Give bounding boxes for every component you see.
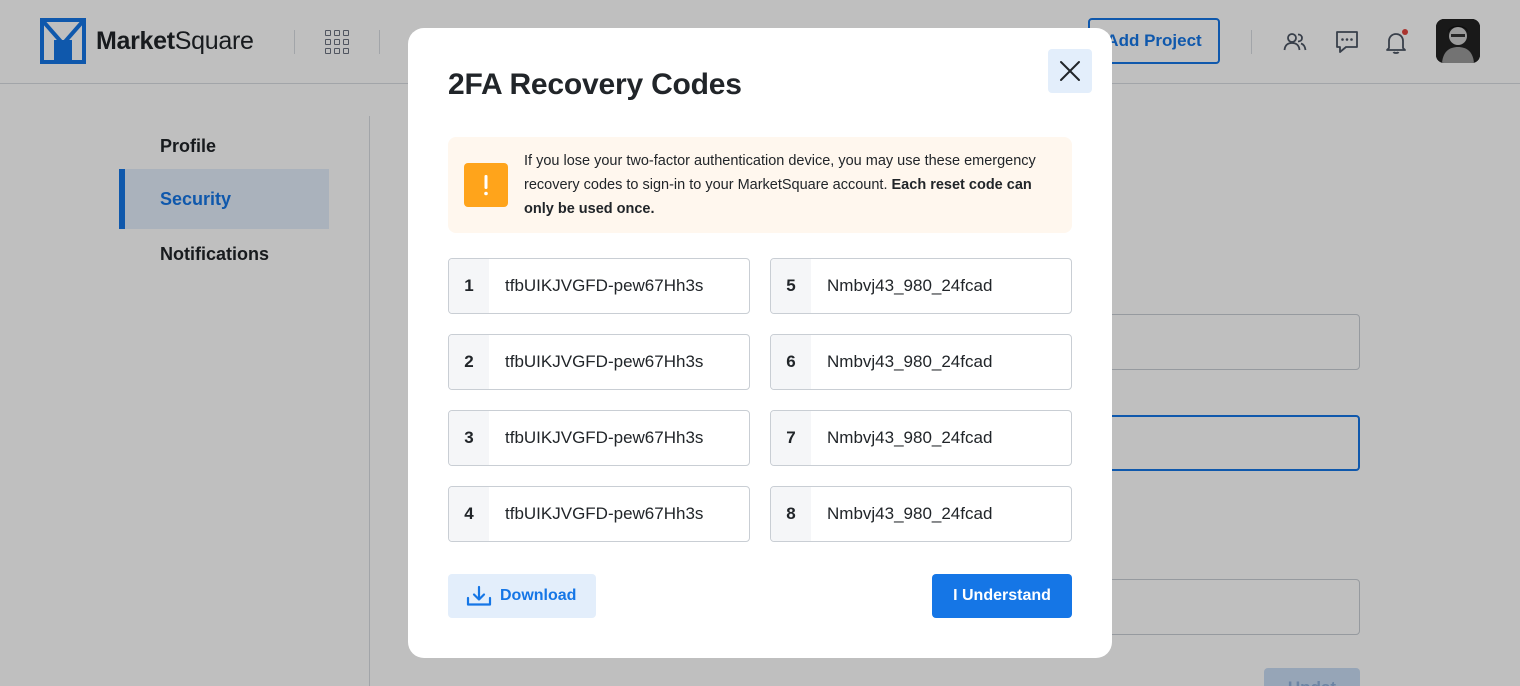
code-value: Nmbvj43_980_24fcad [827,504,993,523]
code-number: 6 [771,335,811,389]
code-number: 2 [449,335,489,389]
download-label: Download [500,587,577,604]
code-number: 5 [771,259,811,313]
recovery-code[interactable]: 2 tfbUIKJVGFD-pew67Hh3s [448,334,750,390]
recovery-code[interactable]: 5 Nmbvj43_980_24fcad [770,258,1072,314]
recovery-code[interactable]: 7 Nmbvj43_980_24fcad [770,410,1072,466]
code-number: 1 [449,259,489,313]
code-number: 4 [449,487,489,541]
warning-alert: If you lose your two-factor authenticati… [448,137,1072,233]
code-number: 3 [449,411,489,465]
modal-title: 2FA Recovery Codes [448,68,742,101]
recovery-code[interactable]: 3 tfbUIKJVGFD-pew67Hh3s [448,410,750,466]
recovery-code[interactable]: 6 Nmbvj43_980_24fcad [770,334,1072,390]
recovery-code[interactable]: 8 Nmbvj43_980_24fcad [770,486,1072,542]
exclamation-icon [464,163,508,207]
recovery-codes-modal: 2FA Recovery Codes If you lose your two-… [408,28,1112,658]
code-value: tfbUIKJVGFD-pew67Hh3s [505,276,704,295]
understand-button[interactable]: I Understand [932,574,1072,618]
code-number: 7 [771,411,811,465]
code-number: 8 [771,487,811,541]
code-value: Nmbvj43_980_24fcad [827,428,993,447]
download-button[interactable]: Download [448,574,596,618]
code-value: tfbUIKJVGFD-pew67Hh3s [505,352,704,371]
code-value: tfbUIKJVGFD-pew67Hh3s [505,504,704,523]
code-value: Nmbvj43_980_24fcad [827,276,993,295]
download-icon [466,585,492,606]
alert-message: If you lose your two-factor authenticati… [524,153,1036,217]
code-value: Nmbvj43_980_24fcad [827,352,993,371]
close-icon [1060,61,1080,81]
recovery-code[interactable]: 1 tfbUIKJVGFD-pew67Hh3s [448,258,750,314]
recovery-code[interactable]: 4 tfbUIKJVGFD-pew67Hh3s [448,486,750,542]
code-value: tfbUIKJVGFD-pew67Hh3s [505,428,704,447]
close-button[interactable] [1048,49,1092,93]
